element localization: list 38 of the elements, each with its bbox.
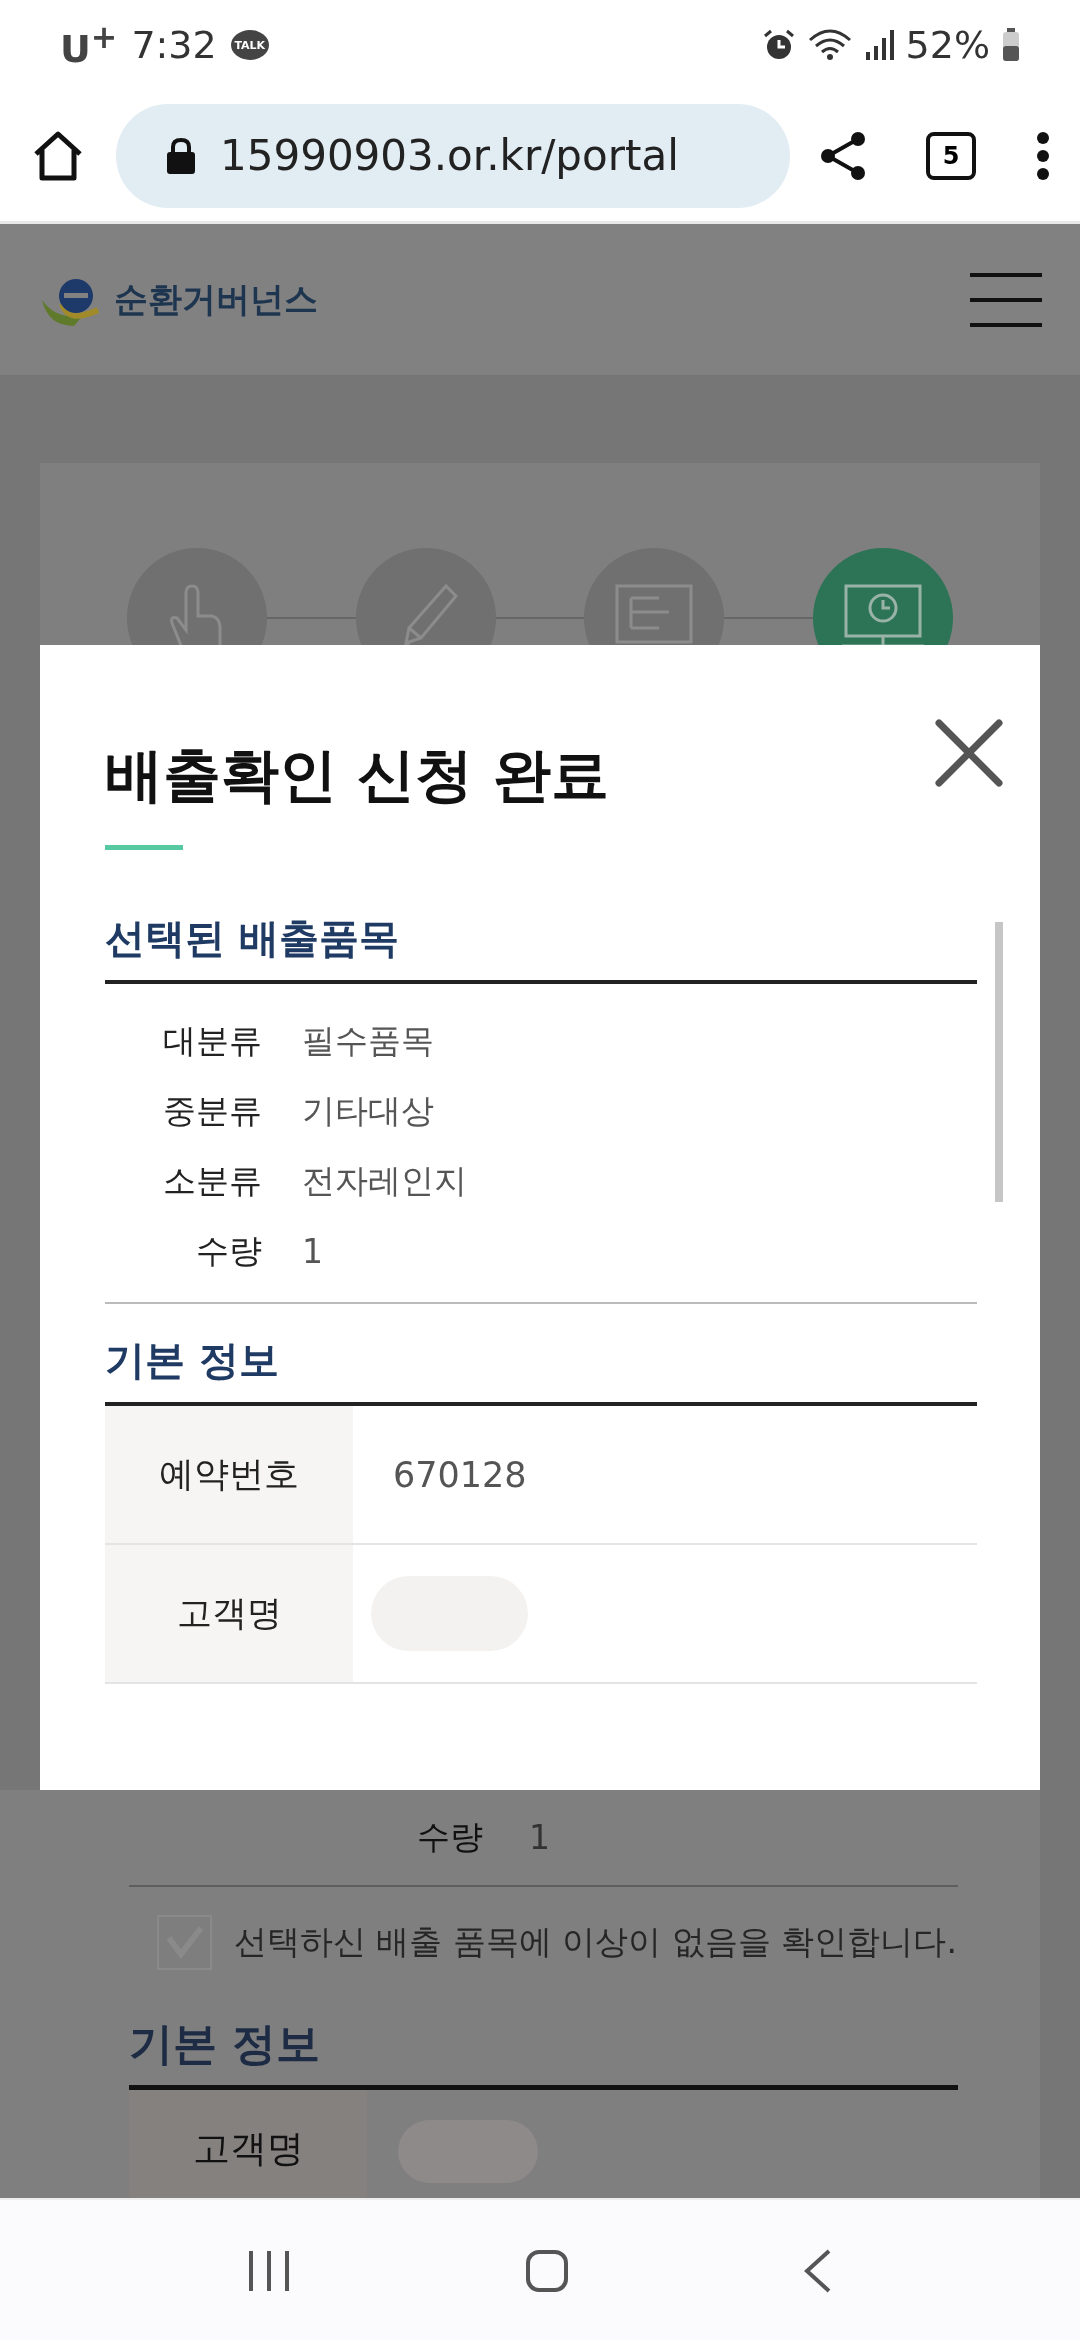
carrier-label: U$^{+}$ (60, 19, 118, 71)
clock-time: 7:32 (131, 23, 217, 67)
scrollbar[interactable] (995, 922, 1003, 1202)
table-cell-text: 670128 (392, 1453, 527, 1497)
field-value: 1 (529, 1818, 550, 1857)
menu-icon[interactable] (970, 271, 1042, 328)
signal-icon (863, 28, 894, 62)
battery-percent: 52% (905, 23, 990, 67)
home-button-icon[interactable] (525, 2249, 569, 2293)
logo-text: 순환거버넌스 (114, 277, 318, 321)
more-options-icon[interactable] (1036, 130, 1050, 181)
close-icon[interactable] (933, 717, 1005, 789)
field-label: 수량 (195, 1229, 262, 1272)
chat-notification-icon: TALK (230, 30, 269, 60)
alarm-icon (761, 28, 796, 62)
field-value: 필수품목 (302, 1019, 434, 1062)
recent-apps-icon[interactable] (247, 2249, 291, 2293)
field-label: 대분류 (162, 1019, 262, 1062)
back-icon[interactable] (803, 2249, 833, 2293)
tab-count-button[interactable]: 5 (926, 131, 976, 180)
table-header-cell: 고객명 (105, 1545, 353, 1682)
table-header-cell: 고객명 (129, 2089, 367, 2198)
battery-icon (1002, 28, 1020, 62)
checkbox-label: 선택하신 배출 품목에 이상이 없음을 확인합니다. (234, 1920, 957, 1963)
url-text: 15990903.or.kr/portal (220, 131, 679, 180)
modal-title: 배출확인 신청 완료 (105, 740, 610, 811)
field-value: 전자레인지 (302, 1159, 467, 1202)
lock-icon (166, 136, 196, 175)
field-value: 1 (302, 1231, 323, 1271)
field-label: 중분류 (162, 1089, 262, 1132)
share-icon[interactable] (820, 130, 866, 181)
section-title: 선택된 배출품목 (105, 910, 977, 984)
table-header-cell: 예약번호 (105, 1406, 353, 1543)
wifi-icon (807, 28, 852, 62)
field-label: 수량 (416, 1816, 483, 1858)
field-value: 기타대상 (302, 1089, 434, 1132)
address-bar[interactable]: 15990903.or.kr/portal (116, 103, 790, 208)
field-label: 소분류 (162, 1159, 262, 1202)
